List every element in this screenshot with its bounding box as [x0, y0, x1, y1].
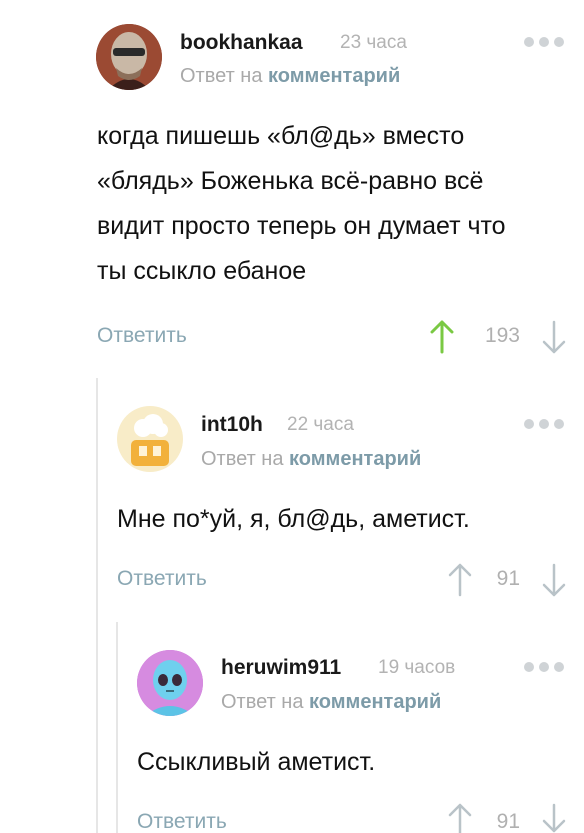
downvote-arrow-icon[interactable]: [542, 563, 566, 597]
thread-line-level-1: [96, 378, 98, 833]
comment-text: когда пишешь «бл@дь» вместо «блядь» Боже…: [97, 122, 506, 285]
reply-to-link[interactable]: комментарий: [268, 65, 400, 87]
reply-button[interactable]: Ответить: [117, 567, 207, 591]
more-dots-icon[interactable]: [524, 662, 564, 672]
timestamp: 22 часа: [287, 414, 354, 435]
reply-to-prefix: Ответ на: [201, 448, 284, 470]
thread-line-level-2: [116, 622, 118, 833]
timestamp: 19 часов: [378, 657, 456, 678]
username[interactable]: bookhankaa: [180, 31, 303, 55]
avatar[interactable]: [96, 24, 162, 90]
timestamp: 23 часа: [340, 32, 407, 53]
reply-to-prefix: Ответ на: [221, 691, 304, 713]
reply-button[interactable]: Ответить: [137, 810, 227, 833]
rating: 193: [484, 324, 520, 347]
comment-text: Ссыкливый аметист.: [137, 748, 376, 776]
reply-to-line: Ответ на комментарий: [221, 691, 441, 714]
rating: 91: [496, 567, 520, 590]
username[interactable]: int10h: [201, 413, 263, 437]
avatar[interactable]: [137, 650, 203, 716]
reply-to-line: Ответ на комментарий: [201, 448, 421, 471]
downvote-arrow-icon[interactable]: [542, 320, 566, 354]
downvote-arrow-icon[interactable]: [542, 803, 566, 833]
reply-to-prefix: Ответ на: [180, 65, 263, 87]
more-dots-icon[interactable]: [524, 37, 564, 47]
comment-text: Мне по*уй, я, бл@дь, аметист.: [117, 505, 470, 533]
reply-to-link[interactable]: комментарий: [289, 448, 421, 470]
reply-to-line: Ответ на комментарий: [180, 65, 400, 88]
reply-button[interactable]: Ответить: [97, 324, 187, 348]
more-dots-icon[interactable]: [524, 419, 564, 429]
rating: 91: [496, 810, 520, 833]
avatar[interactable]: [117, 406, 183, 472]
reply-to-link[interactable]: комментарий: [309, 691, 441, 713]
upvote-arrow-icon[interactable]: [430, 320, 454, 354]
username[interactable]: heruwim911: [221, 656, 341, 680]
